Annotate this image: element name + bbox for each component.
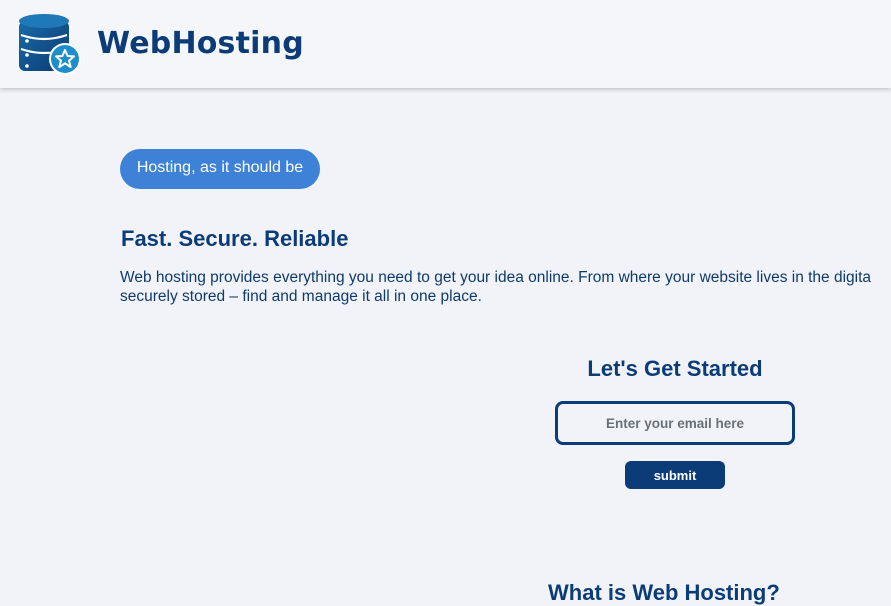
section-title-what-is-web-hosting: What is Web Hosting? (548, 580, 780, 605)
hero-headline: Fast. Secure. Reliable (121, 226, 349, 251)
hero-description-line-2: securely stored – find and manage it all… (120, 288, 482, 305)
tagline-badge: Hosting, as it should be (120, 149, 320, 189)
hero-description: Web hosting provides everything you need… (120, 268, 891, 306)
database-star-icon[interactable] (18, 13, 82, 77)
submit-button[interactable]: submit (625, 461, 725, 489)
site-header: WebHosting (0, 0, 891, 88)
signup-title: Let's Get Started (587, 356, 763, 381)
email-input[interactable] (555, 401, 795, 445)
hero-description-line-1: Web hosting provides everything you need… (120, 269, 872, 286)
brand-name[interactable]: WebHosting (97, 26, 304, 61)
